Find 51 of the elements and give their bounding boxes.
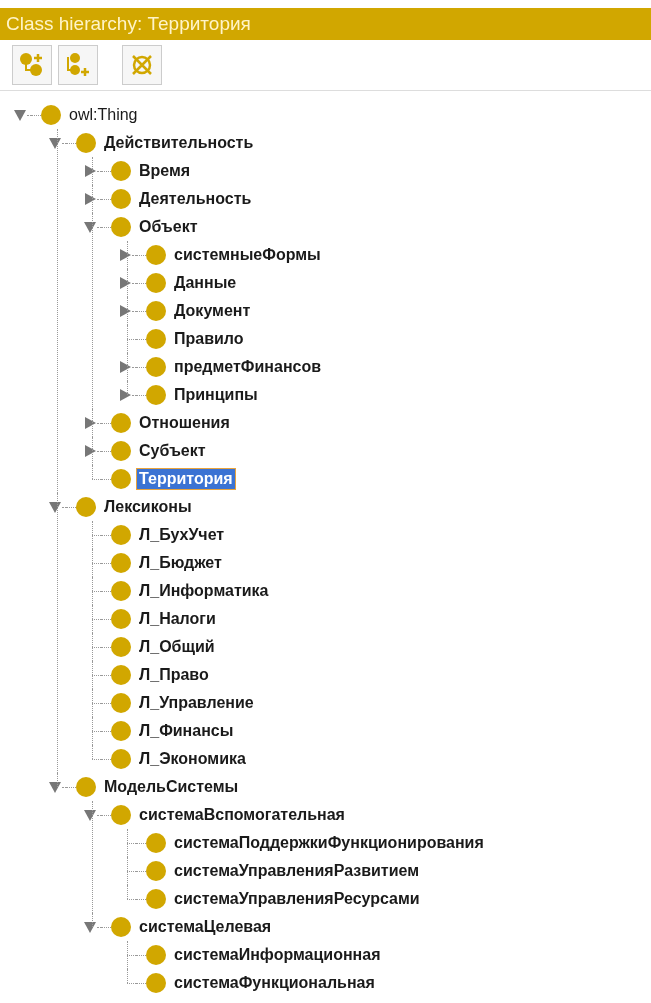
- collapse-triangle-icon[interactable]: [48, 500, 62, 514]
- class-label[interactable]: Л_Финансы: [136, 720, 237, 742]
- add-subclass-icon: [19, 52, 45, 78]
- class-label[interactable]: системаПоддержкиФункционирования: [171, 832, 487, 854]
- class-label[interactable]: МодельСистемы: [101, 776, 242, 798]
- class-label[interactable]: Л_БухУчет: [136, 524, 228, 546]
- expand-triangle-icon[interactable]: [83, 164, 97, 178]
- expand-triangle-icon[interactable]: [118, 276, 132, 290]
- class-label[interactable]: Л_Управление: [136, 692, 257, 714]
- class-label[interactable]: Л_Общий: [136, 636, 218, 658]
- class-label[interactable]: Л_Налоги: [136, 608, 219, 630]
- class-label[interactable]: Время: [136, 160, 194, 182]
- expand-triangle-icon[interactable]: [118, 248, 132, 262]
- panel-title-bar: Class hierarchy: Территория: [0, 8, 651, 40]
- class-label[interactable]: Л_Экономика: [136, 748, 249, 770]
- collapse-triangle-icon[interactable]: [13, 108, 27, 122]
- class-label[interactable]: Территория: [136, 468, 236, 490]
- collapse-triangle-icon[interactable]: [48, 780, 62, 794]
- class-label[interactable]: системаУправленияРесурсами: [171, 888, 423, 910]
- collapse-triangle-icon[interactable]: [48, 136, 62, 150]
- expand-triangle-icon[interactable]: [83, 444, 97, 458]
- collapse-triangle-icon[interactable]: [83, 920, 97, 934]
- class-label[interactable]: Субъект: [136, 440, 209, 462]
- class-label[interactable]: системаЦелевая: [136, 916, 275, 938]
- class-label[interactable]: предметФинансов: [171, 356, 325, 378]
- class-label[interactable]: системаИнформационная: [171, 944, 384, 966]
- class-label[interactable]: Правило: [171, 328, 247, 350]
- class-label[interactable]: системаУправленияРазвитием: [171, 860, 423, 882]
- class-label[interactable]: Л_Информатика: [136, 580, 272, 602]
- class-label[interactable]: Лексиконы: [101, 496, 195, 518]
- class-label[interactable]: Принципы: [171, 384, 261, 406]
- collapse-triangle-icon[interactable]: [83, 808, 97, 822]
- class-label[interactable]: Действительность: [101, 132, 257, 154]
- add-sibling-icon: [65, 52, 91, 78]
- expand-triangle-icon[interactable]: [83, 416, 97, 430]
- class-label[interactable]: Л_Бюджет: [136, 552, 225, 574]
- class-label[interactable]: системаВспомогательная: [136, 804, 348, 826]
- class-label[interactable]: Отношения: [136, 412, 233, 434]
- class-label[interactable]: Объект: [136, 216, 201, 238]
- expand-triangle-icon[interactable]: [118, 388, 132, 402]
- collapse-triangle-icon[interactable]: [83, 220, 97, 234]
- expand-triangle-icon[interactable]: [83, 192, 97, 206]
- class-label[interactable]: Документ: [171, 300, 254, 322]
- class-label[interactable]: Данные: [171, 272, 240, 294]
- class-label[interactable]: системаФункциональная: [171, 972, 378, 994]
- class-label[interactable]: Деятельность: [136, 188, 255, 210]
- class-label[interactable]: owl:Thing: [66, 104, 141, 126]
- class-label[interactable]: системныеФормы: [171, 244, 324, 266]
- expand-triangle-icon[interactable]: [118, 304, 132, 318]
- expand-triangle-icon[interactable]: [118, 360, 132, 374]
- class-label[interactable]: Л_Право: [136, 664, 212, 686]
